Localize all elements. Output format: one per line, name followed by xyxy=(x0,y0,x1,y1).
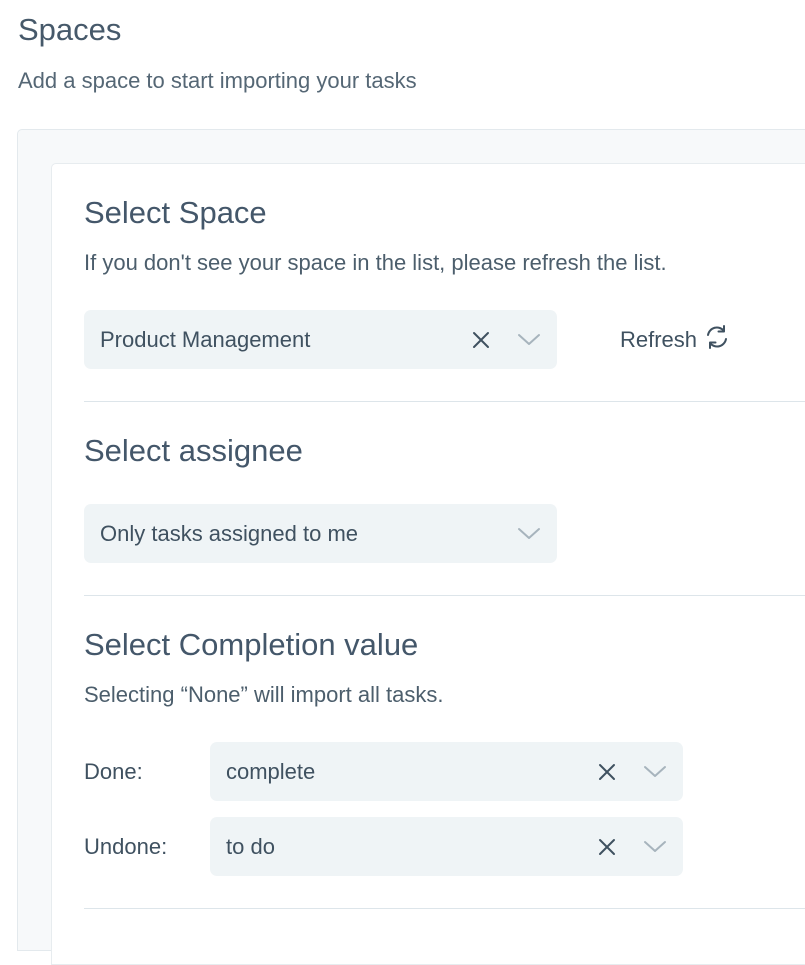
section-divider xyxy=(84,595,805,596)
select-space-description: If you don't see your space in the list,… xyxy=(84,250,667,275)
chevron-down-icon[interactable] xyxy=(642,742,668,801)
page-subtitle: Add a space to start importing your task… xyxy=(18,68,417,93)
close-icon[interactable] xyxy=(595,817,619,876)
undone-select[interactable]: to do xyxy=(210,817,683,876)
assignee-select-value: Only tasks assigned to me xyxy=(100,521,359,546)
section-divider xyxy=(84,908,805,909)
chevron-down-icon[interactable] xyxy=(516,310,542,369)
select-completion-description: Selecting “None” will import all tasks. xyxy=(84,682,444,707)
chevron-down-icon[interactable] xyxy=(516,504,542,563)
select-completion-heading: Select Completion value xyxy=(84,627,419,662)
select-space-heading: Select Space xyxy=(84,195,267,230)
close-icon[interactable] xyxy=(469,310,493,369)
refresh-icon xyxy=(703,324,731,356)
space-select-value: Product Management xyxy=(100,327,311,352)
select-assignee-heading: Select assignee xyxy=(84,433,303,468)
refresh-button[interactable]: Refresh xyxy=(620,310,731,369)
section-divider xyxy=(84,401,805,402)
done-select-value: complete xyxy=(226,759,316,784)
done-select[interactable]: complete xyxy=(210,742,683,801)
page-title: Spaces xyxy=(18,12,122,47)
undone-select-value: to do xyxy=(226,834,275,859)
undone-label: Undone: xyxy=(84,834,168,859)
space-select[interactable]: Product Management xyxy=(84,310,557,369)
refresh-label: Refresh xyxy=(620,326,698,352)
done-label: Done: xyxy=(84,759,143,784)
chevron-down-icon[interactable] xyxy=(642,817,668,876)
close-icon[interactable] xyxy=(595,742,619,801)
assignee-select[interactable]: Only tasks assigned to me xyxy=(84,504,557,563)
